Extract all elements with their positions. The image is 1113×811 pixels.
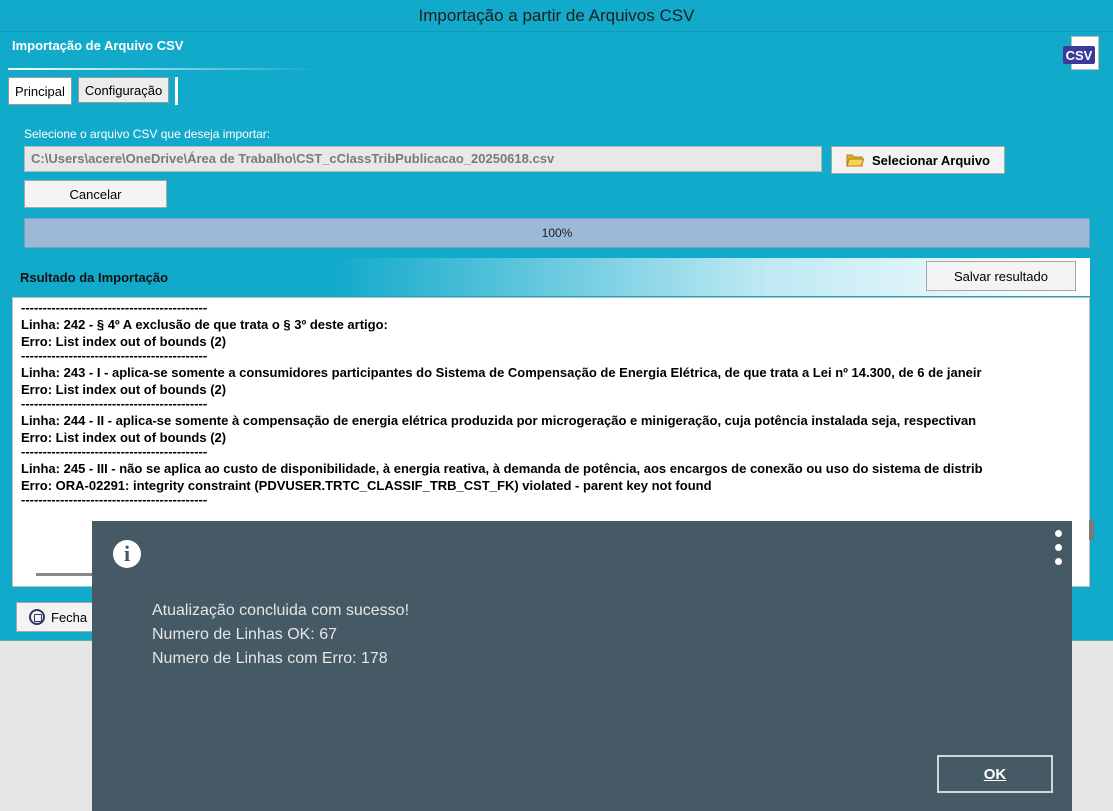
window-title: Importação a partir de Arquivos CSV <box>0 0 1113 32</box>
log-separator: ----------------------------------------… <box>21 302 208 315</box>
log-line: Linha: 244 - II - aplica-se somente à co… <box>21 413 977 428</box>
log-separator: ----------------------------------------… <box>21 350 208 363</box>
log-separator: ----------------------------------------… <box>21 494 208 507</box>
info-icon: i <box>113 540 141 568</box>
tab-principal[interactable]: Principal <box>8 77 72 105</box>
save-result-button[interactable]: Salvar resultado <box>926 261 1076 291</box>
dialog-line-ok-count: Numero de Linhas OK: 67 <box>152 626 337 643</box>
result-title: Rsultado da Importação <box>20 270 169 285</box>
csv-file-icon: CSV <box>1063 36 1101 72</box>
log-separator: ----------------------------------------… <box>21 446 208 459</box>
tab-separator <box>175 77 179 105</box>
cancel-button[interactable]: Cancelar <box>24 180 167 208</box>
log-error: Erro: List index out of bounds (2) <box>21 382 227 397</box>
folder-open-icon <box>846 153 865 167</box>
dialog-line-error-count: Numero de Linhas com Erro: 178 <box>152 650 388 667</box>
log-error: Erro: List index out of bounds (2) <box>21 430 227 445</box>
kebab-menu-icon[interactable] <box>1055 530 1063 580</box>
header-title: Importação de Arquivo CSV <box>12 38 184 53</box>
select-file-button[interactable]: Selecionar Arquivo <box>831 146 1005 174</box>
csv-icon-label: CSV <box>1063 46 1095 64</box>
log-line: Linha: 243 - I - aplica-se somente a con… <box>21 365 982 380</box>
log-separator: ----------------------------------------… <box>21 398 208 411</box>
ok-button[interactable]: OK <box>937 755 1053 793</box>
select-file-label: Selecionar Arquivo <box>872 152 990 168</box>
progress-bar: 100% <box>24 218 1090 248</box>
file-path-input[interactable]: C:\Users\acere\OneDrive\Área de Trabalho… <box>24 146 822 172</box>
close-window-icon <box>29 609 45 625</box>
log-error: Erro: ORA-02291: integrity constraint (P… <box>21 478 712 493</box>
log-line: Linha: 242 - § 4º A exclusão de que trat… <box>21 317 388 332</box>
notification-dialog: i Atualização concluida com sucesso! Num… <box>92 521 1072 811</box>
close-label: Fecha <box>51 609 88 625</box>
vertical-scrollbar[interactable] <box>1089 520 1094 540</box>
tab-bar: Principal Configuração <box>8 77 182 105</box>
result-log: ----------------------------------------… <box>21 302 1079 508</box>
file-select-label: Selecione o arquivo CSV que deseja impor… <box>24 127 271 141</box>
progress-text: 100% <box>541 226 573 240</box>
header-underline <box>8 68 318 70</box>
dialog-line-success: Atualização concluida com sucesso! <box>152 602 410 619</box>
log-error: Erro: List index out of bounds (2) <box>21 334 227 349</box>
log-line: Linha: 245 - III - não se aplica ao cust… <box>21 461 983 476</box>
dialog-message: Atualização concluida com sucesso! Numer… <box>152 599 409 671</box>
tab-configuracao[interactable]: Configuração <box>77 77 170 103</box>
